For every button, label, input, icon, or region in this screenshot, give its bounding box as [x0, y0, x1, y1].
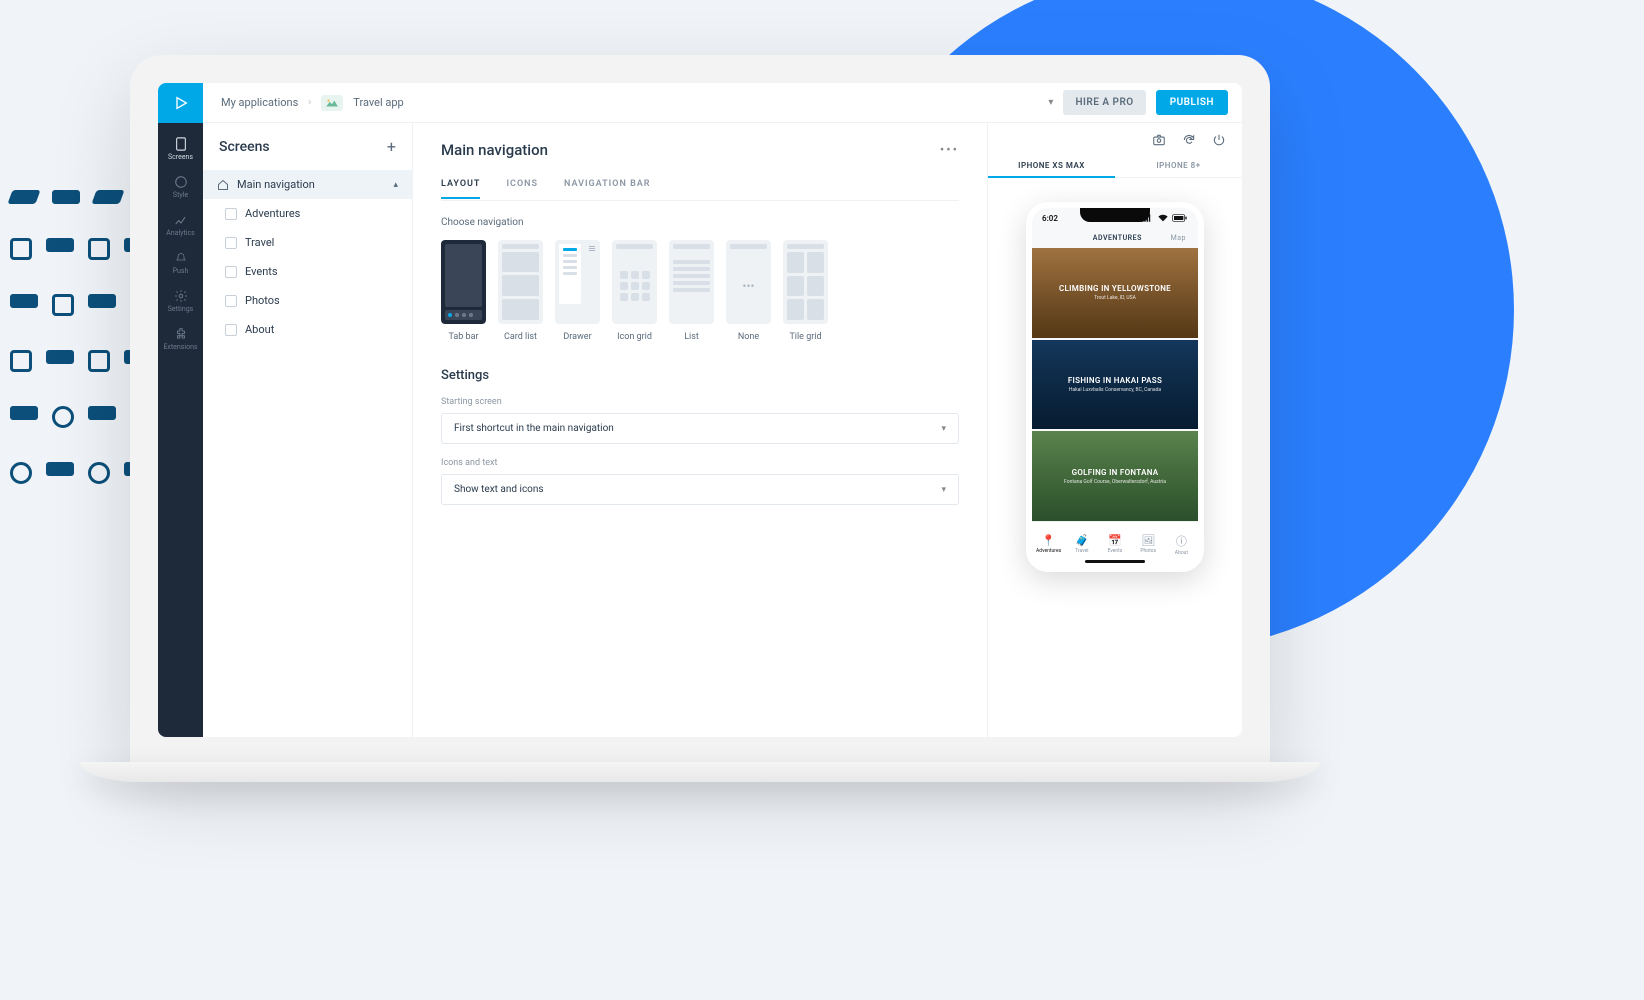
screen-main-navigation[interactable]: Main navigation ▴ [203, 170, 412, 199]
tab-navigation-bar[interactable]: NAVIGATION BAR [564, 179, 651, 199]
breadcrumb-apps[interactable]: My applications [221, 96, 298, 109]
nav-option-list[interactable]: List [669, 240, 714, 342]
file-icon [225, 295, 237, 307]
starting-screen-select[interactable]: First shortcut in the main navigation ▾ [441, 413, 959, 444]
camera-icon[interactable] [1152, 133, 1166, 147]
laptop-base [80, 762, 1320, 782]
app-screen: My applications › Travel app ▾ HIRE A PR… [158, 83, 1242, 737]
app-icon [321, 95, 343, 111]
main-title: Main navigation [441, 141, 548, 159]
screen-item-travel[interactable]: Travel [203, 228, 412, 257]
topbar: My applications › Travel app ▾ HIRE A PR… [158, 83, 1242, 123]
screens-title: Screens [219, 139, 270, 155]
phone-tab-adventures[interactable]: 📍Adventures [1032, 522, 1065, 566]
screen-item-about[interactable]: About [203, 315, 412, 344]
pin-icon: 📍 [1042, 534, 1056, 547]
screens-icon [174, 137, 188, 151]
style-icon [174, 175, 188, 189]
phone-header: ADVENTURES Map [1032, 228, 1198, 248]
card-climbing[interactable]: CLIMBING IN YELLOWSTONE Trout Lake, ID, … [1032, 248, 1198, 338]
calendar-icon: 📅 [1108, 534, 1122, 547]
sidenav: Screens Style Analytics Push Settings [158, 123, 203, 737]
screen-item-events[interactable]: Events [203, 257, 412, 286]
info-icon: ⓘ [1176, 533, 1187, 549]
file-icon [225, 324, 237, 336]
main-tabs: LAYOUT ICONS NAVIGATION BAR [441, 179, 959, 201]
tab-layout[interactable]: LAYOUT [441, 179, 480, 199]
phone-preview: 6:02 ADVENTURES Map [1026, 202, 1204, 572]
card-golfing[interactable]: GOLFING IN FONTANA Fontana Golf Course, … [1032, 431, 1198, 521]
nav-option-icon-grid[interactable]: Icon grid [612, 240, 657, 342]
sidenav-item-settings[interactable]: Settings [158, 281, 203, 319]
push-icon [174, 251, 188, 265]
starting-screen-label: Starting screen [441, 397, 959, 407]
phone-header-title: ADVENTURES [1093, 234, 1142, 242]
refresh-icon[interactable] [1182, 133, 1196, 147]
icons-text-label: Icons and text [441, 458, 959, 468]
preview-tab-xsmax[interactable]: IPHONE XS MAX [988, 153, 1115, 178]
chevron-up-icon: ▴ [393, 180, 398, 190]
sidenav-item-analytics[interactable]: Analytics [158, 205, 203, 243]
screen-item-adventures[interactable]: Adventures [203, 199, 412, 228]
nav-option-card-list[interactable]: Card list [498, 240, 543, 342]
gear-icon [174, 289, 188, 303]
publish-button[interactable]: PUBLISH [1156, 90, 1228, 115]
preview-panel: IPHONE XS MAX IPHONE 8+ 6:02 [987, 123, 1242, 737]
status-time: 6:02 [1042, 214, 1058, 223]
icons-text-select[interactable]: Show text and icons ▾ [441, 474, 959, 505]
navigation-options: Tab bar Card list Drawer Icon grid [441, 240, 959, 342]
hire-pro-button[interactable]: HIRE A PRO [1063, 90, 1145, 115]
extensions-icon [174, 327, 188, 341]
nav-option-none[interactable]: ••• None [726, 240, 771, 342]
phone-map-link[interactable]: Map [1171, 234, 1186, 242]
tab-icons[interactable]: ICONS [506, 179, 538, 199]
breadcrumb: My applications › Travel app [221, 95, 404, 111]
breadcrumb-current[interactable]: Travel app [353, 96, 403, 109]
sidenav-item-push[interactable]: Push [158, 243, 203, 281]
preview-tab-iphone8[interactable]: IPHONE 8+ [1115, 153, 1242, 178]
image-icon: 🖼 [1141, 534, 1155, 547]
power-icon[interactable] [1212, 133, 1226, 147]
file-icon [225, 237, 237, 249]
phone-notch [1080, 208, 1150, 222]
nav-option-tile-grid[interactable]: Tile grid [783, 240, 828, 342]
more-menu[interactable]: ••• [940, 143, 959, 158]
screens-panel: Screens + Main navigation ▴ Adventures T… [203, 123, 413, 737]
chevron-right-icon: › [308, 97, 311, 108]
suitcase-icon: 🧳 [1075, 534, 1089, 547]
analytics-icon [174, 213, 188, 227]
laptop-frame: My applications › Travel app ▾ HIRE A PR… [130, 55, 1270, 765]
chevron-down-icon: ▾ [941, 485, 946, 495]
nav-option-drawer[interactable]: Drawer [555, 240, 600, 342]
add-screen-button[interactable]: + [387, 137, 396, 156]
app-logo[interactable] [158, 83, 203, 123]
chevron-down-icon[interactable]: ▾ [1048, 97, 1053, 108]
home-indicator [1085, 560, 1145, 563]
phone-tab-about[interactable]: ⓘAbout [1165, 522, 1198, 566]
screen-item-photos[interactable]: Photos [203, 286, 412, 315]
chevron-down-icon: ▾ [941, 424, 946, 434]
file-icon [225, 266, 237, 278]
sidenav-item-extensions[interactable]: Extensions [158, 319, 203, 357]
play-icon [173, 95, 189, 111]
sidenav-item-screens[interactable]: Screens [158, 129, 203, 167]
main-area: Main navigation ••• LAYOUT ICONS NAVIGAT… [413, 123, 987, 737]
settings-heading: Settings [441, 368, 959, 383]
home-icon [217, 179, 229, 191]
file-icon [225, 208, 237, 220]
sidenav-item-style[interactable]: Style [158, 167, 203, 205]
card-fishing[interactable]: FISHING IN HAKAI PASS Hakai Luxvbalis Co… [1032, 340, 1198, 430]
choose-navigation-label: Choose navigation [441, 217, 959, 228]
nav-option-tab-bar[interactable]: Tab bar [441, 240, 486, 342]
